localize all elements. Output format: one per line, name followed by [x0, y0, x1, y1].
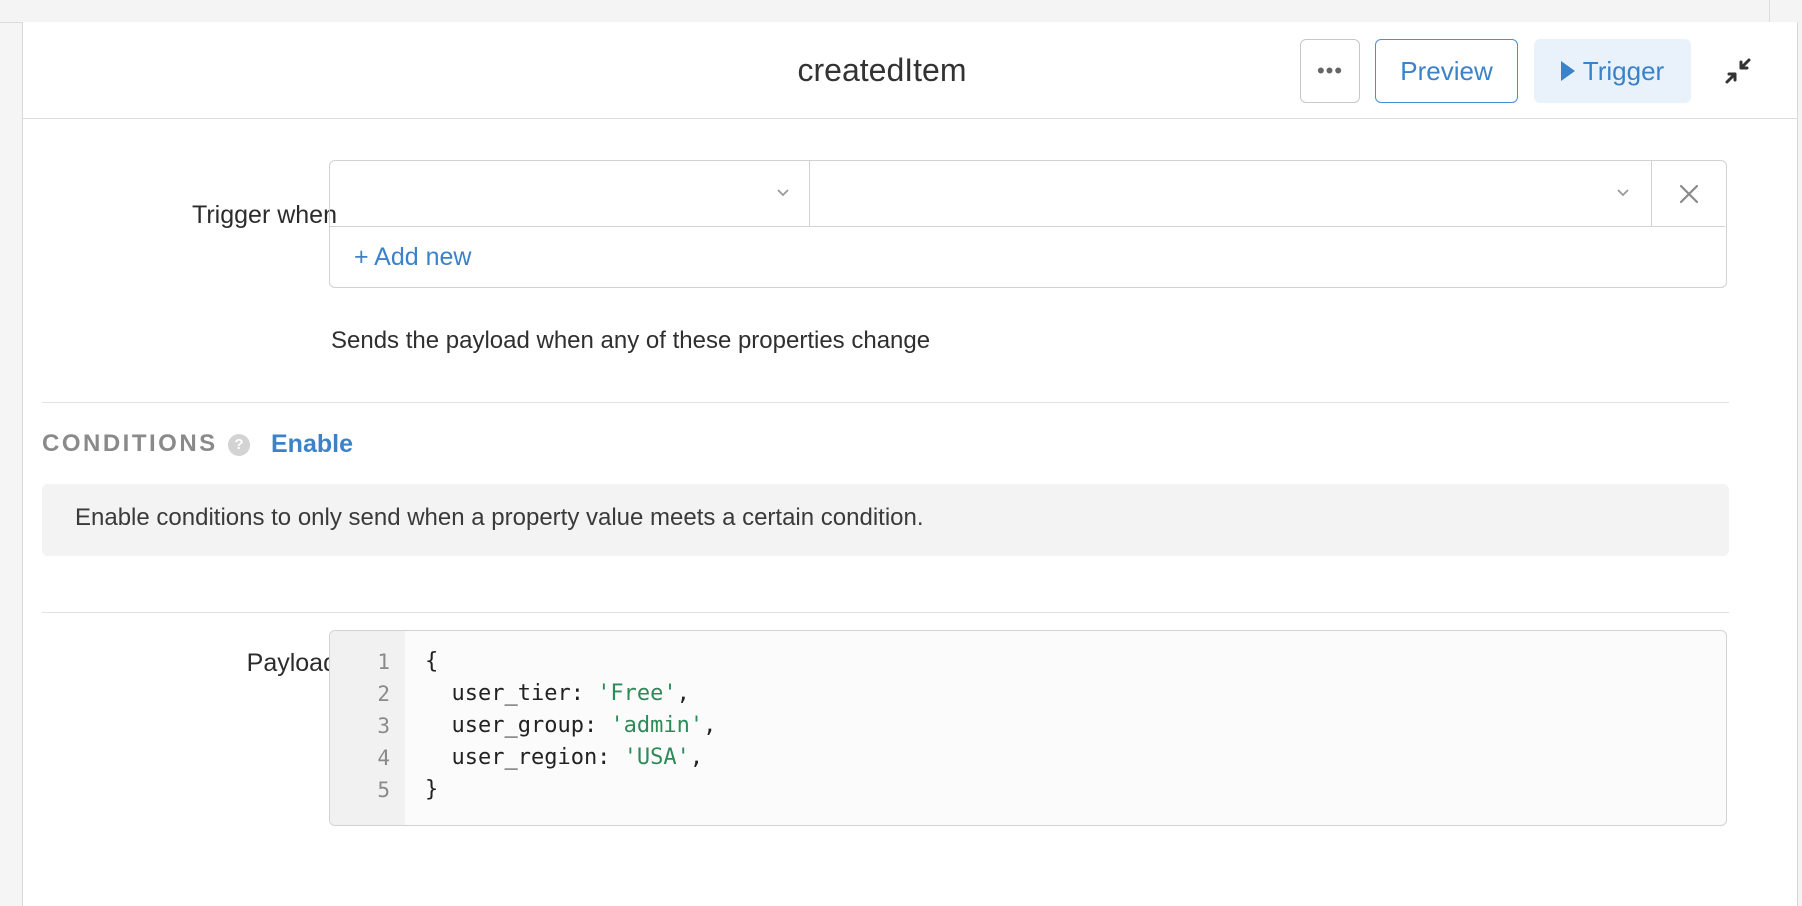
trigger-button[interactable]: Trigger	[1534, 39, 1691, 103]
trigger-properties-box: + Add new	[329, 160, 1727, 288]
conditions-description: Enable conditions to only send when a pr…	[75, 504, 924, 531]
code-line: user_region: 'USA',	[425, 745, 703, 770]
chevron-down-icon	[777, 189, 789, 197]
code-string: 'admin'	[610, 713, 704, 738]
code-line: {	[425, 649, 438, 674]
line-number: 5	[377, 778, 390, 802]
add-new-link[interactable]: + Add new	[354, 243, 471, 272]
code-punct: ,	[689, 745, 704, 770]
ellipsis-icon: •••	[1316, 58, 1344, 83]
app-window: createdItem ••• Preview Trigger Trigger …	[0, 0, 1802, 906]
conditions-heading: CONDITIONS	[42, 430, 218, 457]
code-key: user_group:	[425, 713, 611, 738]
code-line: user_tier: 'Free',	[425, 681, 690, 706]
enable-conditions-link[interactable]: Enable	[271, 430, 353, 459]
play-icon	[1560, 61, 1575, 81]
code-key: user_tier:	[425, 681, 598, 706]
code-punct: ,	[676, 681, 690, 706]
more-options-button[interactable]: •••	[1300, 39, 1360, 103]
code-string: 'USA'	[623, 745, 690, 770]
trigger-when-label: Trigger when	[192, 201, 337, 229]
panel-header: createdItem ••• Preview Trigger	[23, 22, 1797, 119]
question-circle-icon[interactable]: ?	[228, 434, 250, 456]
top-edge	[0, 0, 1802, 23]
trigger-button-label: Trigger	[1582, 56, 1665, 86]
line-number: 1	[377, 650, 390, 674]
line-number: 3	[377, 714, 390, 738]
property-select-2[interactable]	[810, 161, 1652, 227]
code-line: }	[425, 777, 438, 802]
property-select-1[interactable]	[330, 161, 810, 227]
trigger-help-text: Sends the payload when any of these prop…	[331, 327, 931, 354]
payload-code-editor[interactable]: 1 2 3 4 5 { user_tier: 'Free', user_grou…	[329, 630, 1727, 826]
code-string: 'Free'	[597, 681, 677, 706]
preview-button[interactable]: Preview	[1375, 39, 1518, 103]
collapse-arrows-icon[interactable]	[1723, 56, 1753, 86]
chevron-down-icon	[1617, 189, 1629, 197]
line-number: 2	[377, 682, 390, 706]
code-punct: ,	[703, 713, 717, 738]
code-brace: }	[425, 777, 439, 802]
line-number: 4	[377, 746, 390, 770]
close-icon	[1679, 184, 1699, 204]
section-divider	[42, 612, 1729, 613]
code-brace: {	[425, 649, 439, 674]
code-key: user_region:	[425, 745, 624, 770]
payload-label: Payload	[246, 649, 337, 677]
conditions-info-box: Enable conditions to only send when a pr…	[42, 484, 1729, 556]
code-line: user_group: 'admin',	[425, 713, 716, 738]
remove-row-button[interactable]	[1652, 161, 1725, 227]
section-divider	[42, 402, 1729, 403]
